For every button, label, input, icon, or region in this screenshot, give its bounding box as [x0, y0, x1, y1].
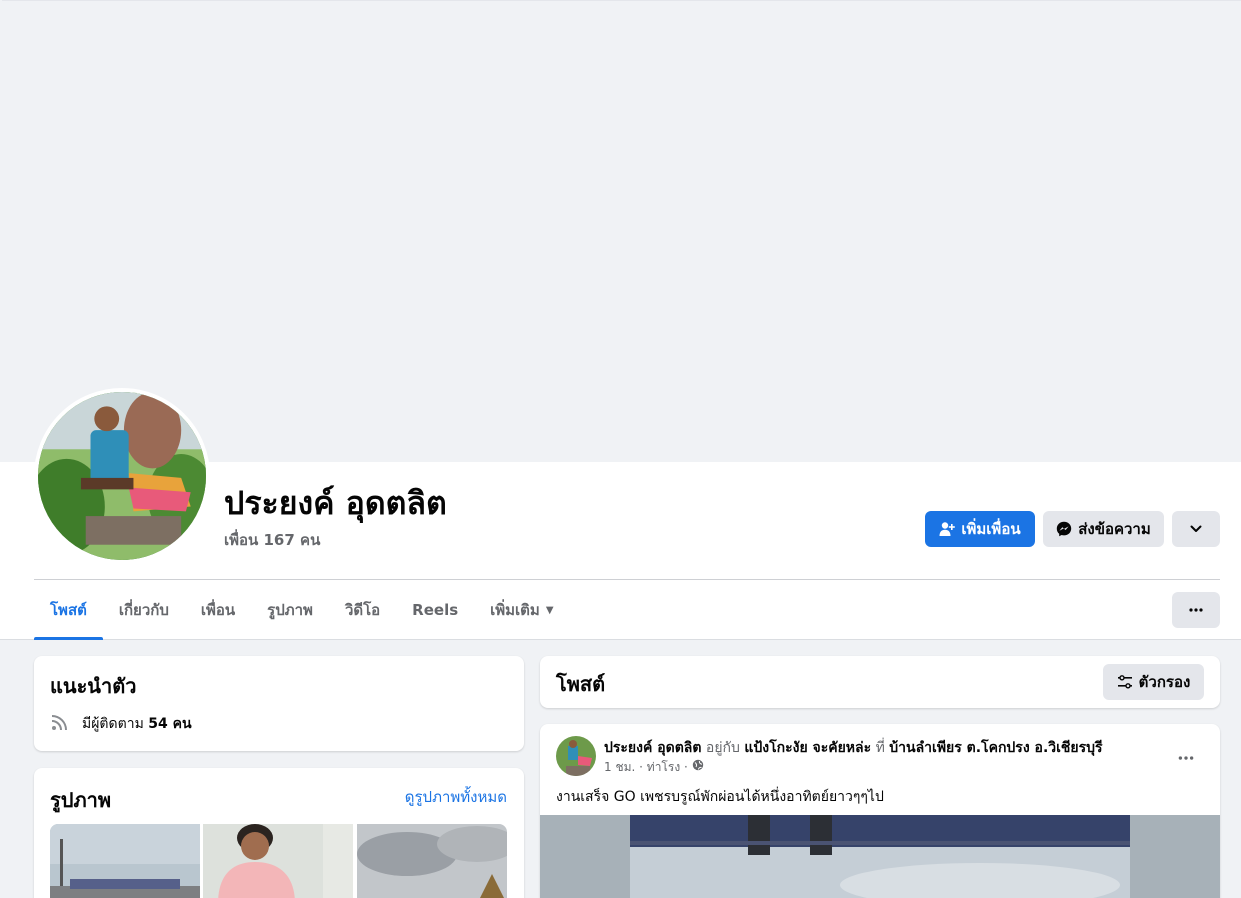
post-image[interactable] [630, 815, 1130, 898]
tab-reels[interactable]: Reels [396, 580, 474, 640]
photo-thumbnail[interactable] [203, 824, 353, 898]
intro-title: แนะนำตัว [50, 674, 137, 698]
post-meta: 1 ชม. · ท่าโรง · [604, 758, 704, 777]
filter-button[interactable]: ตัวกรอง [1103, 664, 1204, 700]
globe-icon [692, 759, 704, 771]
post-image-frame[interactable] [540, 815, 1220, 898]
cover-photo[interactable] [2, 0, 1241, 462]
at-text: ที่ [871, 740, 890, 756]
profile-more-button[interactable] [1172, 592, 1220, 628]
post-timestamp[interactable]: 1 ชม. [604, 760, 635, 774]
post-location[interactable]: ท่าโรง [647, 760, 680, 774]
post-place-name[interactable]: บ้านลำเพียร ต.โคกปรง อ.วิเชียรบุรี [889, 740, 1102, 756]
tab-about[interactable]: เกี่ยวกับ [103, 580, 185, 640]
add-friend-label: เพิ่มเพื่อน [961, 520, 1021, 538]
profile-tabs: โพสต์ เกี่ยวกับ เพื่อน รูปภาพ วิดีโอ Ree… [34, 580, 570, 640]
intro-card: แนะนำตัว มีผู้ติดตาม 54 คน [34, 656, 524, 751]
rss-feed-icon [51, 715, 67, 731]
add-friend-button[interactable]: เพิ่มเพื่อน [925, 511, 1035, 547]
profile-avatar[interactable] [34, 388, 210, 564]
profile-name: ประยงค์ อุดตลิต [224, 484, 447, 522]
post-card: ประยงค์ อุดตลิต อยู่กับ แป้งโกะงัย จะคัย… [540, 724, 1220, 898]
post-options-button[interactable] [1168, 740, 1204, 776]
post-author-avatar[interactable] [556, 736, 596, 776]
tab-photos[interactable]: รูปภาพ [251, 580, 329, 640]
with-text: อยู่กับ [701, 740, 745, 756]
more-options-dropdown[interactable] [1172, 511, 1220, 547]
photo-thumbnail[interactable] [357, 824, 507, 898]
followers-prefix: มีผู้ติดตาม [82, 716, 149, 732]
caret-down-icon: ▼ [545, 604, 554, 616]
tab-more[interactable]: เพิ่มเติม ▼ [474, 580, 569, 640]
tagged-person-name[interactable]: แป้งโกะงัย จะคัยหล่ะ [744, 740, 871, 756]
filter-label: ตัวกรอง [1138, 673, 1191, 691]
friend-count[interactable]: เพื่อน 167 คน [224, 528, 320, 552]
see-all-photos-link[interactable]: ดูรูปภาพทั้งหมด [405, 785, 507, 809]
posts-title: โพสต์ [556, 672, 606, 696]
photos-title: รูปภาพ [50, 788, 112, 812]
chevron-down-icon [1190, 525, 1202, 532]
messenger-icon [1057, 521, 1072, 537]
photo-thumbnail[interactable] [50, 824, 200, 898]
tab-friends[interactable]: เพื่อน [185, 580, 251, 640]
post-text: งานเสร็จ GO เพชรบรูณ์พักผ่อนได้หนึ่งอาทิ… [556, 789, 884, 805]
tab-videos[interactable]: วิดีโอ [329, 580, 396, 640]
post-author-name[interactable]: ประยงค์ อุดตลิต [604, 740, 701, 756]
message-button[interactable]: ส่งข้อความ [1043, 511, 1164, 547]
message-label: ส่งข้อความ [1078, 520, 1151, 538]
more-dots-icon [1178, 756, 1194, 760]
tab-posts[interactable]: โพสต์ [34, 580, 103, 640]
post-header-line: ประยงค์ อุดตลิต อยู่กับ แป้งโกะงัย จะคัย… [604, 737, 1164, 759]
followers-text: มีผู้ติดตาม 54 คน [82, 713, 192, 735]
more-dots-icon [1189, 608, 1203, 612]
filter-sliders-icon [1117, 675, 1132, 689]
posts-header-card: โพสต์ ตัวกรอง [540, 656, 1220, 708]
followers-count[interactable]: 54 คน [148, 716, 191, 732]
add-person-icon [939, 522, 956, 536]
